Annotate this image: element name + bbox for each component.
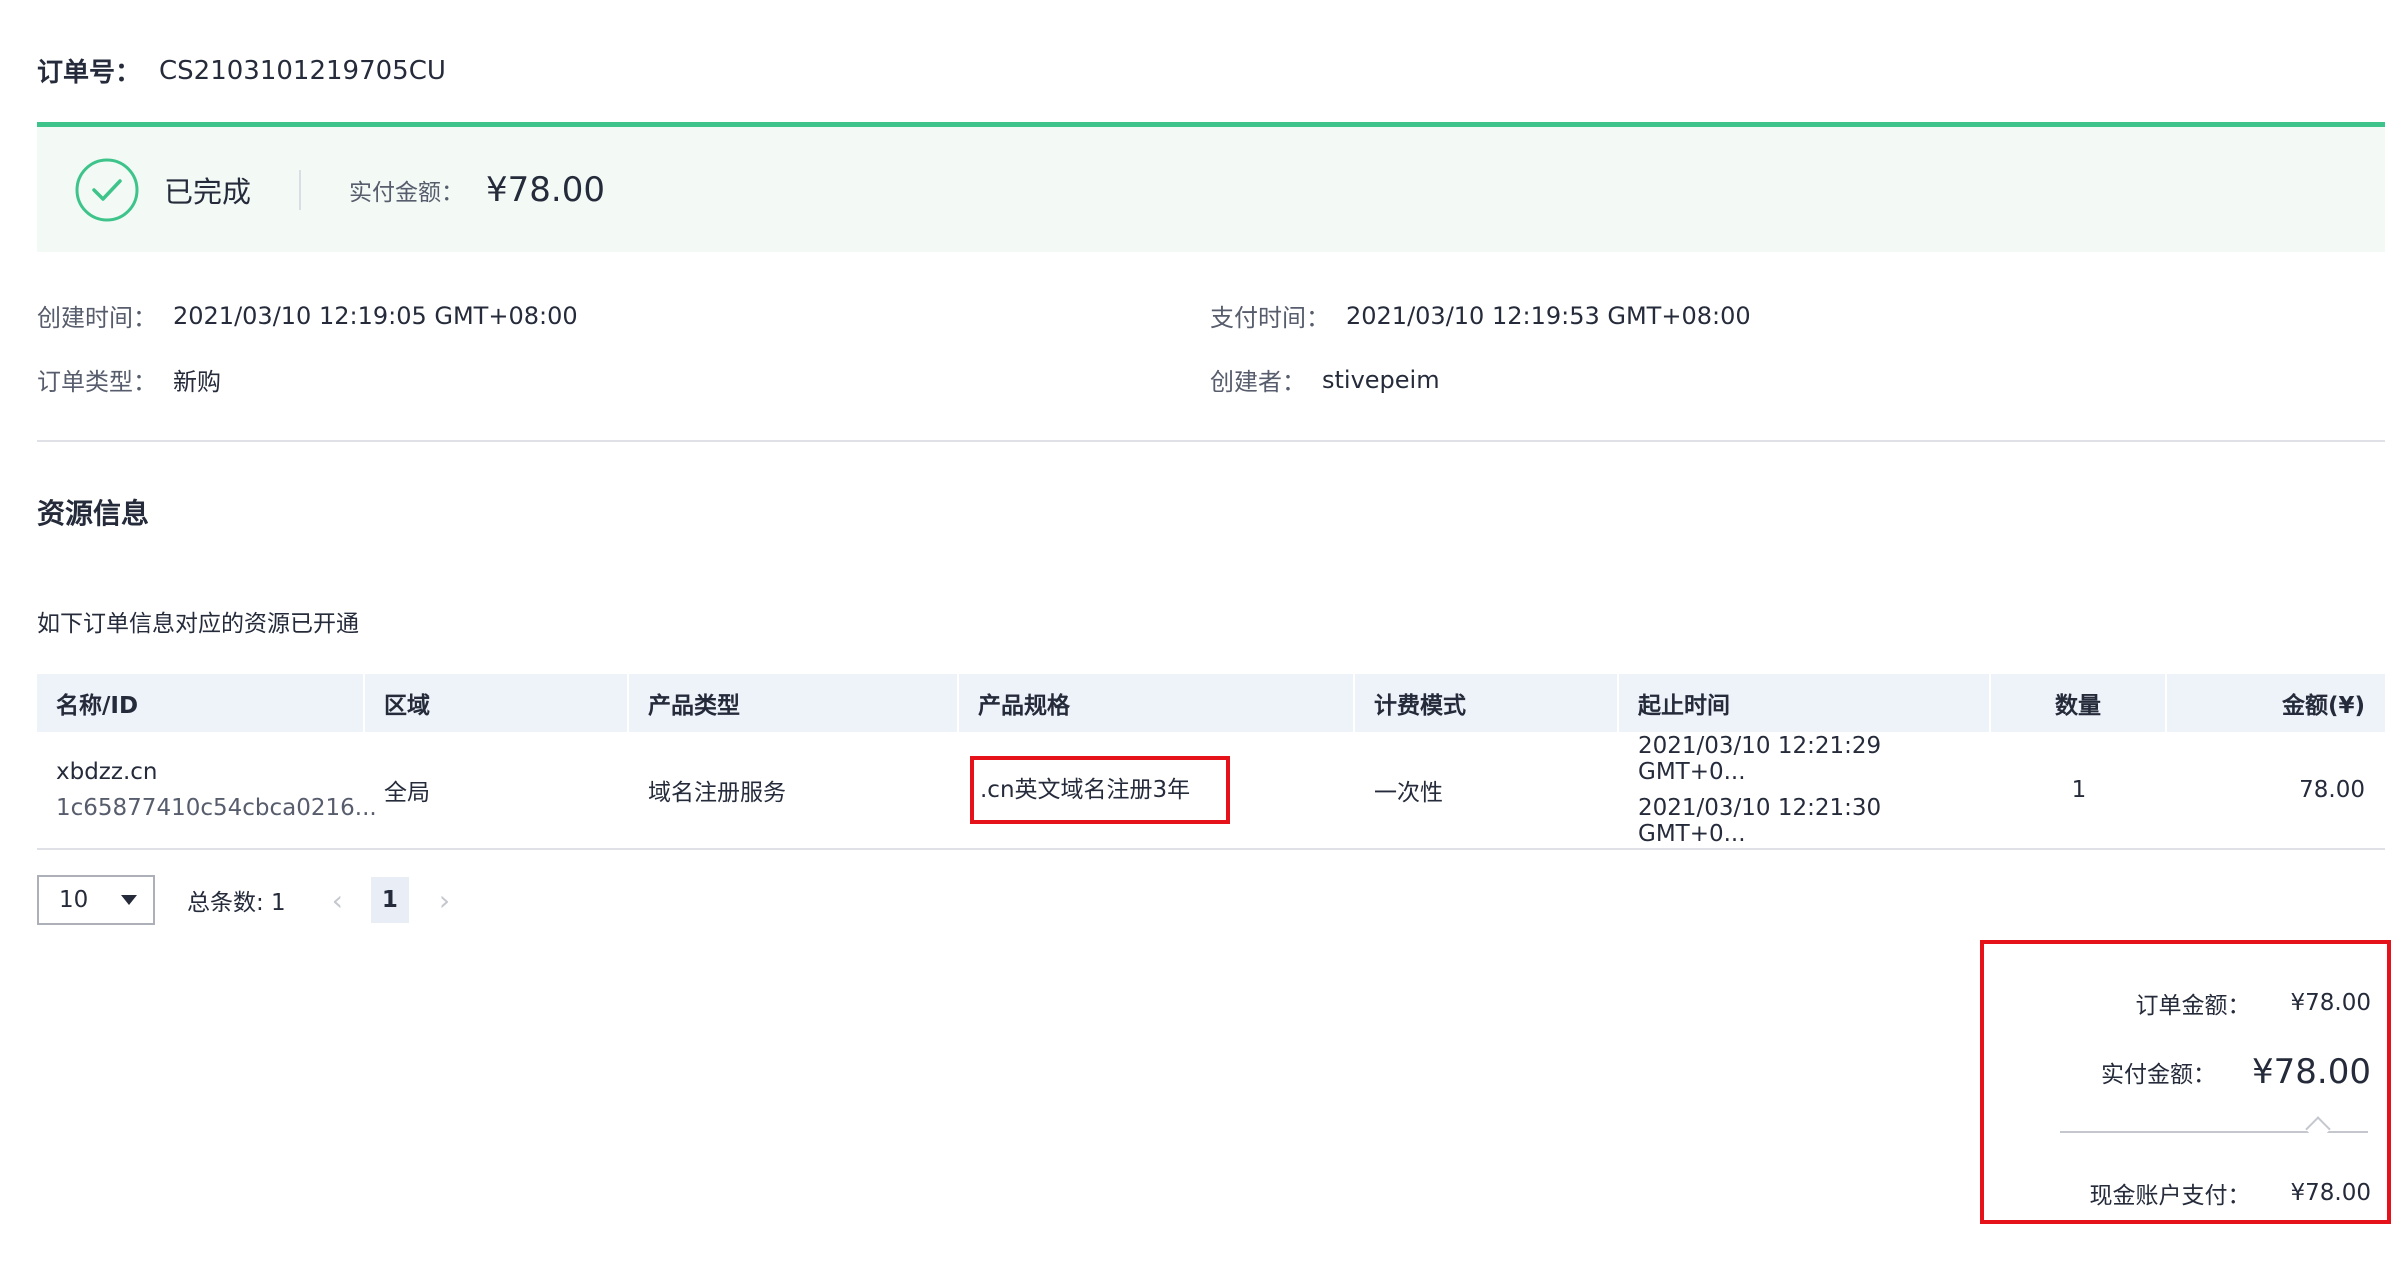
paid-time: 支付时间： 2021/03/10 12:19:53 GMT+08:00 bbox=[1210, 298, 1751, 333]
region-value: 全局 bbox=[384, 780, 430, 806]
column-header-spec: 产品规格 bbox=[959, 674, 1355, 732]
paid-time-value: 2021/03/10 12:19:53 GMT+08:00 bbox=[1346, 301, 1751, 330]
product-type-value: 域名注册服务 bbox=[648, 780, 786, 806]
resource-name: xbdzz.cn bbox=[56, 759, 158, 785]
summary-paid-label: 实付金额： bbox=[2101, 1062, 2217, 1088]
resource-section-subtitle: 如下订单信息对应的资源已开通 bbox=[37, 611, 359, 637]
order-number: 订单号： CS2103101219705CU bbox=[37, 52, 446, 89]
paid-amount-row: 实付金额： ¥78.00 bbox=[2101, 1052, 2371, 1092]
cash-payment-row: 现金账户支付： ¥78.00 bbox=[2090, 1176, 2371, 1210]
creator-label: 创建者： bbox=[1210, 368, 1306, 396]
paid-amount-label: 实付金额： bbox=[349, 179, 465, 206]
cell-spec: .cn英文域名注册3年 bbox=[959, 732, 1355, 848]
column-header-period: 起止时间 bbox=[1619, 674, 1991, 732]
table-row: xbdzz.cn 1c65877410c54cbca0216... 全局 域名注… bbox=[37, 732, 2385, 850]
order-status-bar: 已完成 实付金额： ¥78.00 bbox=[37, 122, 2385, 252]
payment-summary-highlight-box: 订单金额： ¥78.00 实付金额： ¥78.00 现金账户支付： ¥78.00 bbox=[1980, 940, 2391, 1224]
spec-value: .cn英文域名注册3年 bbox=[980, 777, 1191, 803]
check-circle-icon bbox=[75, 158, 139, 221]
next-page-icon[interactable]: › bbox=[439, 884, 450, 917]
cell-region: 全局 bbox=[365, 732, 629, 848]
end-time: 2021/03/10 12:21:30 GMT+0... bbox=[1638, 795, 1882, 847]
order-type: 订单类型： 新购 bbox=[37, 362, 221, 397]
cell-period: 2021/03/10 12:21:29 GMT+0... 2021/03/10 … bbox=[1619, 732, 1991, 848]
created-time: 创建时间： 2021/03/10 12:19:05 GMT+08:00 bbox=[37, 298, 578, 333]
pagination: 10 总条数: 1 ‹ 1 › bbox=[37, 875, 450, 925]
cash-payment-label: 现金账户支付： bbox=[2089, 1183, 2251, 1209]
paid-time-label: 支付时间： bbox=[1210, 304, 1330, 332]
order-amount-value: ¥78.00 bbox=[2290, 990, 2371, 1016]
spec-highlight-box: .cn英文域名注册3年 bbox=[970, 756, 1231, 824]
creator: 创建者： stivepeim bbox=[1210, 362, 1440, 397]
amount-value: 78.00 bbox=[2299, 777, 2365, 803]
resource-id: 1c65877410c54cbca0216... bbox=[56, 795, 377, 821]
created-time-value: 2021/03/10 12:19:05 GMT+08:00 bbox=[173, 301, 578, 330]
order-type-label: 订单类型： bbox=[37, 368, 157, 396]
prev-page-icon[interactable]: ‹ bbox=[332, 884, 343, 917]
section-divider bbox=[37, 440, 2385, 442]
cell-quantity: 1 bbox=[1991, 732, 2167, 848]
quantity-value: 1 bbox=[2071, 777, 2087, 803]
order-amount-label: 订单金额： bbox=[2135, 993, 2251, 1019]
order-amount-row: 订单金额： ¥78.00 bbox=[2136, 986, 2371, 1020]
cell-product-type: 域名注册服务 bbox=[629, 732, 959, 848]
summary-paid-value: ¥78.00 bbox=[2252, 1052, 2371, 1092]
created-time-label: 创建时间： bbox=[37, 304, 157, 332]
paid-amount-value: ¥78.00 bbox=[486, 169, 605, 210]
order-number-label: 订单号： bbox=[37, 58, 142, 88]
column-header-region: 区域 bbox=[365, 674, 629, 732]
cash-payment-value: ¥78.00 bbox=[2290, 1180, 2371, 1206]
cell-amount: 78.00 bbox=[2167, 732, 2385, 848]
start-time: 2021/03/10 12:21:29 GMT+0... bbox=[1638, 733, 1882, 785]
column-header-product-type: 产品类型 bbox=[629, 674, 959, 732]
billing-value: 一次性 bbox=[1374, 780, 1443, 806]
page-number-current[interactable]: 1 bbox=[370, 877, 409, 923]
column-header-quantity: 数量 bbox=[1991, 674, 2167, 732]
total-count: 总条数: 1 bbox=[187, 890, 286, 916]
cell-billing: 一次性 bbox=[1355, 732, 1619, 848]
order-number-value: CS2103101219705CU bbox=[159, 55, 446, 86]
creator-value: stivepeim bbox=[1322, 365, 1440, 394]
resource-section-title: 资源信息 bbox=[37, 497, 150, 530]
status-text: 已完成 bbox=[164, 174, 252, 209]
column-header-billing: 计费模式 bbox=[1355, 674, 1619, 732]
column-header-amount: 金额(¥) bbox=[2281, 693, 2365, 719]
status-divider bbox=[299, 169, 302, 210]
table-header: 名称/ID 区域 产品类型 产品规格 计费模式 起止时间 数量 金额(¥) bbox=[37, 674, 2385, 732]
page-size-select[interactable]: 10 bbox=[37, 875, 155, 925]
cell-name-id: xbdzz.cn 1c65877410c54cbca0216... bbox=[37, 732, 377, 848]
column-header-name: 名称/ID bbox=[37, 674, 365, 732]
summary-divider-notch bbox=[2305, 1116, 2331, 1142]
caret-down-icon bbox=[121, 895, 137, 905]
order-type-value: 新购 bbox=[173, 368, 221, 396]
resource-table: 名称/ID 区域 产品类型 产品规格 计费模式 起止时间 数量 金额(¥) xb… bbox=[37, 674, 2385, 850]
page-size-value: 10 bbox=[59, 887, 89, 913]
